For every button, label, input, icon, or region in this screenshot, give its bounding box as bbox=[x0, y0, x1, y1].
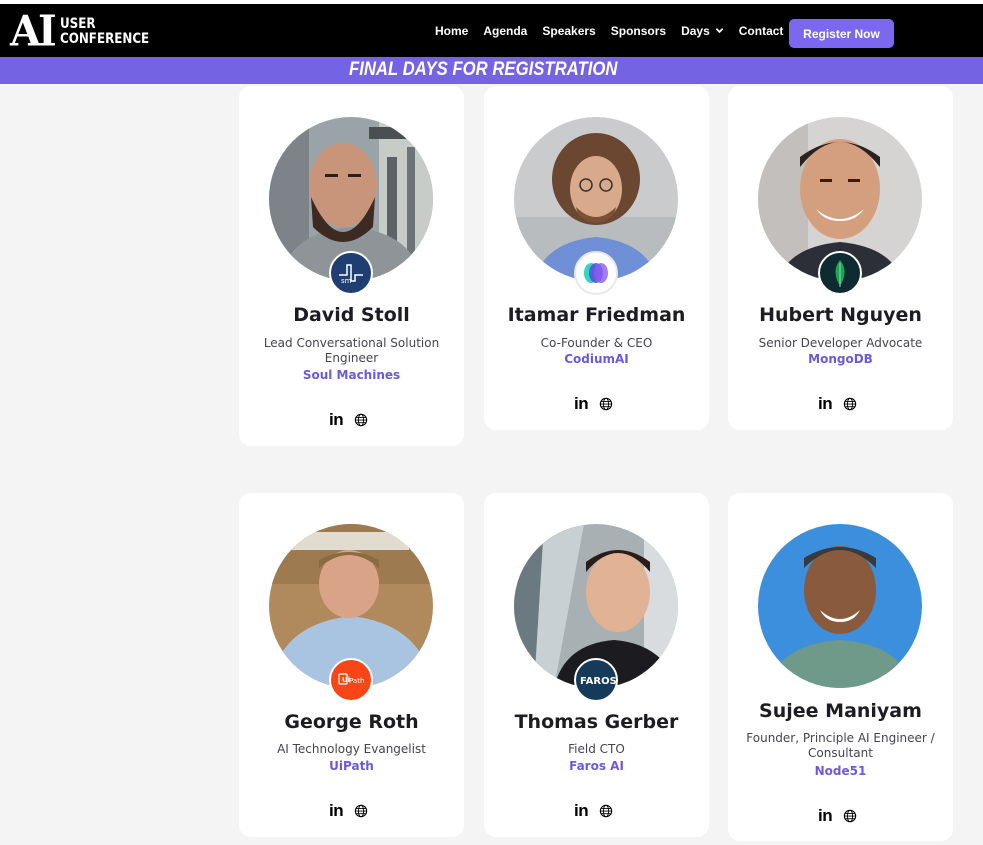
speaker-company[interactable]: Node51 bbox=[728, 764, 953, 778]
speaker-role: Lead Conversational Solution Engineer bbox=[263, 336, 440, 365]
svg-text:sm: sm bbox=[341, 277, 352, 285]
site-logo[interactable]: AI USER CONFERENCE bbox=[10, 6, 165, 57]
speaker-name: Hubert Nguyen bbox=[759, 304, 922, 326]
banner-text: FINAL DAYS FOR REGISTRATION bbox=[349, 59, 618, 80]
speaker-socials: in bbox=[574, 394, 634, 414]
linkedin-icon[interactable]: in bbox=[329, 801, 344, 821]
speaker-socials: in bbox=[818, 806, 878, 826]
registration-banner[interactable]: FINAL DAYS FOR REGISTRATION bbox=[0, 57, 983, 84]
speaker-role: Field CTO bbox=[568, 742, 625, 756]
nav-home[interactable]: Home bbox=[435, 24, 468, 38]
company-logo-faros: FAROS bbox=[574, 658, 618, 702]
company-logo-mongodb bbox=[818, 251, 862, 295]
speaker-name: Sujee Maniyam bbox=[759, 700, 922, 722]
speaker-role: Co-Founder & CEO bbox=[540, 336, 653, 350]
globe-icon[interactable] bbox=[843, 397, 857, 411]
navbar: AI USER CONFERENCE Home Agenda Speakers … bbox=[0, 4, 983, 57]
register-now-button[interactable]: Register Now bbox=[789, 19, 894, 48]
speaker-company[interactable]: UiPath bbox=[239, 759, 464, 773]
linkedin-icon[interactable]: in bbox=[818, 394, 833, 414]
speaker-card: Ui Path George Roth AI Technology Evange… bbox=[239, 493, 464, 837]
chevron-down-icon bbox=[715, 28, 724, 34]
linkedin-icon[interactable]: in bbox=[818, 806, 833, 826]
speaker-card: Hubert Nguyen Senior Developer Advocate … bbox=[728, 86, 953, 430]
speaker-company[interactable]: MongoDB bbox=[728, 352, 953, 366]
nav-sponsors[interactable]: Sponsors bbox=[611, 24, 666, 38]
speaker-company[interactable]: Faros AI bbox=[484, 759, 709, 773]
company-logo-uipath: Ui Path bbox=[329, 658, 373, 702]
speaker-card: FAROS Thomas Gerber Field CTO Faros AI i… bbox=[484, 493, 709, 837]
logo-line-2: CONFERENCE bbox=[59, 31, 149, 47]
speaker-card: sm David Stoll Lead Conversational Solut… bbox=[239, 86, 464, 446]
nav-days[interactable]: Days bbox=[681, 24, 724, 38]
speaker-name: Itamar Friedman bbox=[507, 304, 686, 326]
speaker-company[interactable]: Soul Machines bbox=[239, 368, 464, 382]
speaker-role: Founder, Principle AI Engineer / Consult… bbox=[746, 731, 935, 760]
svg-text:Path: Path bbox=[349, 677, 364, 685]
nav-contact[interactable]: Contact bbox=[739, 24, 784, 38]
nav-links: Home Agenda Speakers Sponsors Days Conta… bbox=[435, 4, 798, 57]
speaker-company[interactable]: CodiumAI bbox=[484, 352, 709, 366]
company-logo-codiumai bbox=[574, 251, 618, 295]
globe-icon[interactable] bbox=[843, 809, 857, 823]
linkedin-icon[interactable]: in bbox=[329, 410, 344, 430]
speaker-name: George Roth bbox=[284, 711, 419, 733]
logo-line-1: USER bbox=[59, 16, 96, 32]
nav-days-label: Days bbox=[681, 23, 710, 38]
linkedin-icon[interactable]: in bbox=[574, 394, 589, 414]
globe-icon[interactable] bbox=[599, 397, 613, 411]
svg-text:FAROS: FAROS bbox=[580, 676, 616, 687]
logo-text: USER CONFERENCE bbox=[60, 17, 149, 47]
globe-icon[interactable] bbox=[354, 413, 368, 427]
globe-icon[interactable] bbox=[354, 804, 368, 818]
speaker-role: AI Technology Evangelist bbox=[277, 742, 426, 756]
nav-agenda[interactable]: Agenda bbox=[483, 24, 527, 38]
speaker-socials: in bbox=[818, 394, 878, 414]
globe-icon[interactable] bbox=[599, 804, 613, 818]
speaker-photo bbox=[758, 524, 922, 688]
speaker-socials: in bbox=[329, 801, 389, 821]
speaker-socials: in bbox=[329, 410, 389, 430]
speaker-socials: in bbox=[574, 801, 634, 821]
nav-speakers[interactable]: Speakers bbox=[542, 24, 595, 38]
speaker-name: David Stoll bbox=[293, 304, 410, 326]
linkedin-icon[interactable]: in bbox=[574, 801, 589, 821]
speaker-name: Thomas Gerber bbox=[514, 711, 679, 733]
speaker-role: Senior Developer Advocate bbox=[758, 336, 923, 350]
speaker-card: Itamar Friedman Co-Founder & CEO CodiumA… bbox=[484, 86, 709, 430]
speaker-card: Sujee Maniyam Founder, Principle AI Engi… bbox=[728, 493, 953, 841]
company-logo-soul-machines: sm bbox=[329, 251, 373, 295]
logo-mark: AI bbox=[10, 6, 57, 57]
